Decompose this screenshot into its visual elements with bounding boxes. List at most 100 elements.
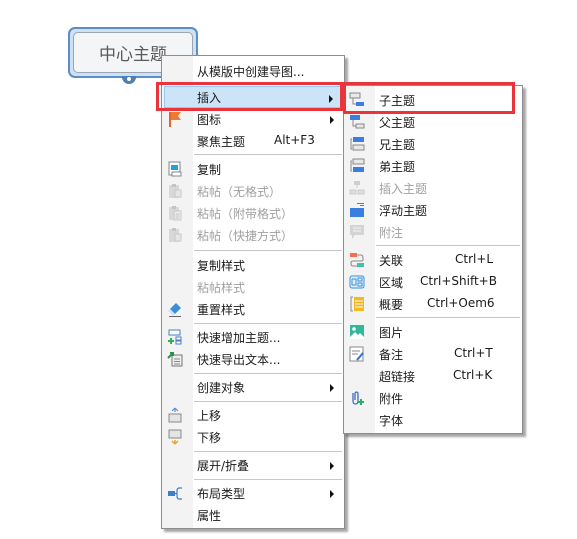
menu-item-create-from-template[interactable]: 从模版中创建导图... bbox=[164, 60, 342, 82]
submenu-arrow-icon bbox=[329, 95, 333, 103]
submenu-item-font[interactable]: 字体 bbox=[346, 409, 520, 431]
sibling-before-icon bbox=[349, 136, 365, 152]
menu-item-label: 粘帖（附带格式） bbox=[197, 207, 294, 221]
menu-item-shortcut: Ctrl+Oem6 bbox=[427, 296, 495, 310]
menu-item-shortcut: Ctrl+L bbox=[455, 252, 494, 266]
menu-item-label: 属性 bbox=[197, 509, 222, 523]
menu-item-label: 附注 bbox=[379, 226, 404, 240]
menu-item-label: 展开/折叠 bbox=[197, 459, 250, 473]
menu-separator bbox=[376, 317, 520, 318]
note-icon bbox=[349, 346, 365, 362]
menu-item-label: 备注 bbox=[379, 348, 404, 362]
insert-submenu: 子主题 父主题 兄主题 弟主题 插入主题 浮动主题 附注 关联 Ctrl+L 区… bbox=[343, 85, 523, 434]
menu-item-label: 复制样式 bbox=[197, 259, 246, 273]
menu-item-paste-plain[interactable]: 粘帖（无格式） bbox=[164, 180, 342, 202]
menu-item-label: 插入主题 bbox=[379, 182, 428, 196]
quick-add-topic-icon bbox=[167, 329, 183, 345]
submenu-item-summary[interactable]: 概要 Ctrl+Oem6 bbox=[346, 293, 520, 315]
menu-item-label: 上移 bbox=[197, 409, 222, 423]
menu-item-properties[interactable]: 属性 bbox=[164, 504, 342, 526]
copy-icon bbox=[167, 161, 183, 177]
menu-item-label: 重置样式 bbox=[197, 303, 246, 317]
submenu-item-note[interactable]: 备注 Ctrl+T bbox=[346, 343, 520, 365]
menu-item-label: 字体 bbox=[379, 414, 404, 428]
submenu-item-callout[interactable]: 附注 bbox=[346, 221, 520, 243]
menu-separator bbox=[194, 373, 342, 374]
menu-item-move-down[interactable]: 下移 bbox=[164, 426, 342, 448]
menu-item-label: 概要 bbox=[379, 298, 404, 312]
menu-item-label: 复制 bbox=[197, 163, 222, 177]
menu-separator bbox=[194, 154, 342, 155]
move-down-icon bbox=[167, 429, 183, 445]
menu-item-shortcut: Ctrl+T bbox=[454, 346, 493, 360]
submenu-arrow-icon bbox=[330, 462, 334, 470]
menu-item-quick-export-text[interactable]: 快速导出文本... bbox=[164, 348, 342, 370]
move-up-icon bbox=[167, 407, 183, 423]
paste-plain-icon bbox=[167, 183, 183, 199]
insert-topic-icon bbox=[349, 180, 365, 196]
menu-separator bbox=[376, 245, 520, 246]
menu-item-label: 插入 bbox=[197, 91, 222, 105]
menu-item-label: 父主题 bbox=[379, 116, 416, 130]
menu-item-label: 布局类型 bbox=[197, 487, 246, 501]
submenu-arrow-icon bbox=[330, 384, 334, 392]
menu-separator bbox=[194, 401, 342, 402]
menu-item-icons[interactable]: 图标 bbox=[164, 108, 342, 130]
menu-item-label: 从模版中创建导图... bbox=[197, 65, 305, 79]
submenu-item-attachment[interactable]: 附件 bbox=[346, 387, 520, 409]
menu-item-label: 附件 bbox=[379, 392, 404, 406]
subtopic-icon bbox=[349, 92, 365, 108]
menu-item-label: 聚焦主题 bbox=[197, 135, 246, 149]
menu-item-reset-style[interactable]: 重置样式 bbox=[164, 298, 342, 320]
menu-item-insert[interactable]: 插入 bbox=[164, 86, 342, 108]
sibling-after-icon bbox=[349, 158, 365, 174]
submenu-item-image[interactable]: 图片 bbox=[346, 321, 520, 343]
menu-item-label: 超链接 bbox=[379, 370, 416, 384]
expand-collapse-knob[interactable] bbox=[122, 76, 136, 84]
eraser-icon bbox=[167, 301, 183, 317]
relationship-icon bbox=[349, 252, 365, 268]
menu-item-move-up[interactable]: 上移 bbox=[164, 404, 342, 426]
submenu-item-sibling-before[interactable]: 兄主题 bbox=[346, 133, 520, 155]
menu-item-expand-collapse[interactable]: 展开/折叠 bbox=[164, 454, 342, 476]
submenu-item-parent-topic[interactable]: 父主题 bbox=[346, 111, 520, 133]
parent-topic-icon bbox=[349, 114, 365, 130]
export-text-icon bbox=[167, 351, 183, 367]
menu-item-label: 图片 bbox=[379, 326, 404, 340]
menu-item-label: 关联 bbox=[379, 254, 404, 268]
paste-formatted-icon bbox=[167, 205, 183, 221]
submenu-item-hyperlink[interactable]: 超链接 Ctrl+K bbox=[346, 365, 520, 387]
menu-item-copy-style[interactable]: 复制样式 bbox=[164, 254, 342, 276]
submenu-arrow-icon bbox=[330, 116, 334, 124]
menu-item-label: 快速导出文本... bbox=[197, 353, 281, 367]
submenu-item-floating-topic[interactable]: 浮动主题 bbox=[346, 199, 520, 221]
menu-item-create-object[interactable]: 创建对象 bbox=[164, 376, 342, 398]
menu-item-focus-topic[interactable]: 聚焦主题 Alt+F3 bbox=[164, 130, 342, 152]
menu-item-label: 粘帖样式 bbox=[197, 281, 246, 295]
menu-item-label: 图标 bbox=[197, 113, 222, 127]
attachment-icon bbox=[349, 390, 365, 406]
menu-item-quick-add-topic[interactable]: 快速增加主题... bbox=[164, 326, 342, 348]
image-icon bbox=[349, 324, 365, 340]
menu-item-paste-formatted[interactable]: 粘帖（附带格式） bbox=[164, 202, 342, 224]
paste-shortcut-icon bbox=[167, 227, 183, 243]
menu-item-paste-style[interactable]: 粘帖样式 bbox=[164, 276, 342, 298]
menu-item-shortcut: Ctrl+K bbox=[453, 368, 493, 382]
submenu-item-boundary[interactable]: 区域 Ctrl+Shift+B bbox=[346, 271, 520, 293]
menu-separator bbox=[194, 479, 342, 480]
submenu-item-subtopic[interactable]: 子主题 bbox=[346, 89, 520, 111]
submenu-item-relationship[interactable]: 关联 Ctrl+L bbox=[346, 249, 520, 271]
layout-icon bbox=[167, 485, 183, 501]
menu-item-label: 区域 bbox=[379, 276, 404, 290]
menu-item-layout-type[interactable]: 布局类型 bbox=[164, 482, 342, 504]
menu-item-paste-shortcut[interactable]: 粘帖（快捷方式） bbox=[164, 224, 342, 246]
menu-item-label: 粘帖（无格式） bbox=[197, 185, 282, 199]
menu-separator bbox=[194, 451, 342, 452]
menu-item-label: 兄主题 bbox=[379, 138, 416, 152]
menu-item-label: 快速增加主题... bbox=[197, 331, 281, 345]
menu-item-copy[interactable]: 复制 bbox=[164, 158, 342, 180]
summary-icon bbox=[349, 296, 365, 312]
menu-item-shortcut: Alt+F3 bbox=[274, 133, 315, 147]
submenu-item-sibling-after[interactable]: 弟主题 bbox=[346, 155, 520, 177]
submenu-item-insert-topic[interactable]: 插入主题 bbox=[346, 177, 520, 199]
